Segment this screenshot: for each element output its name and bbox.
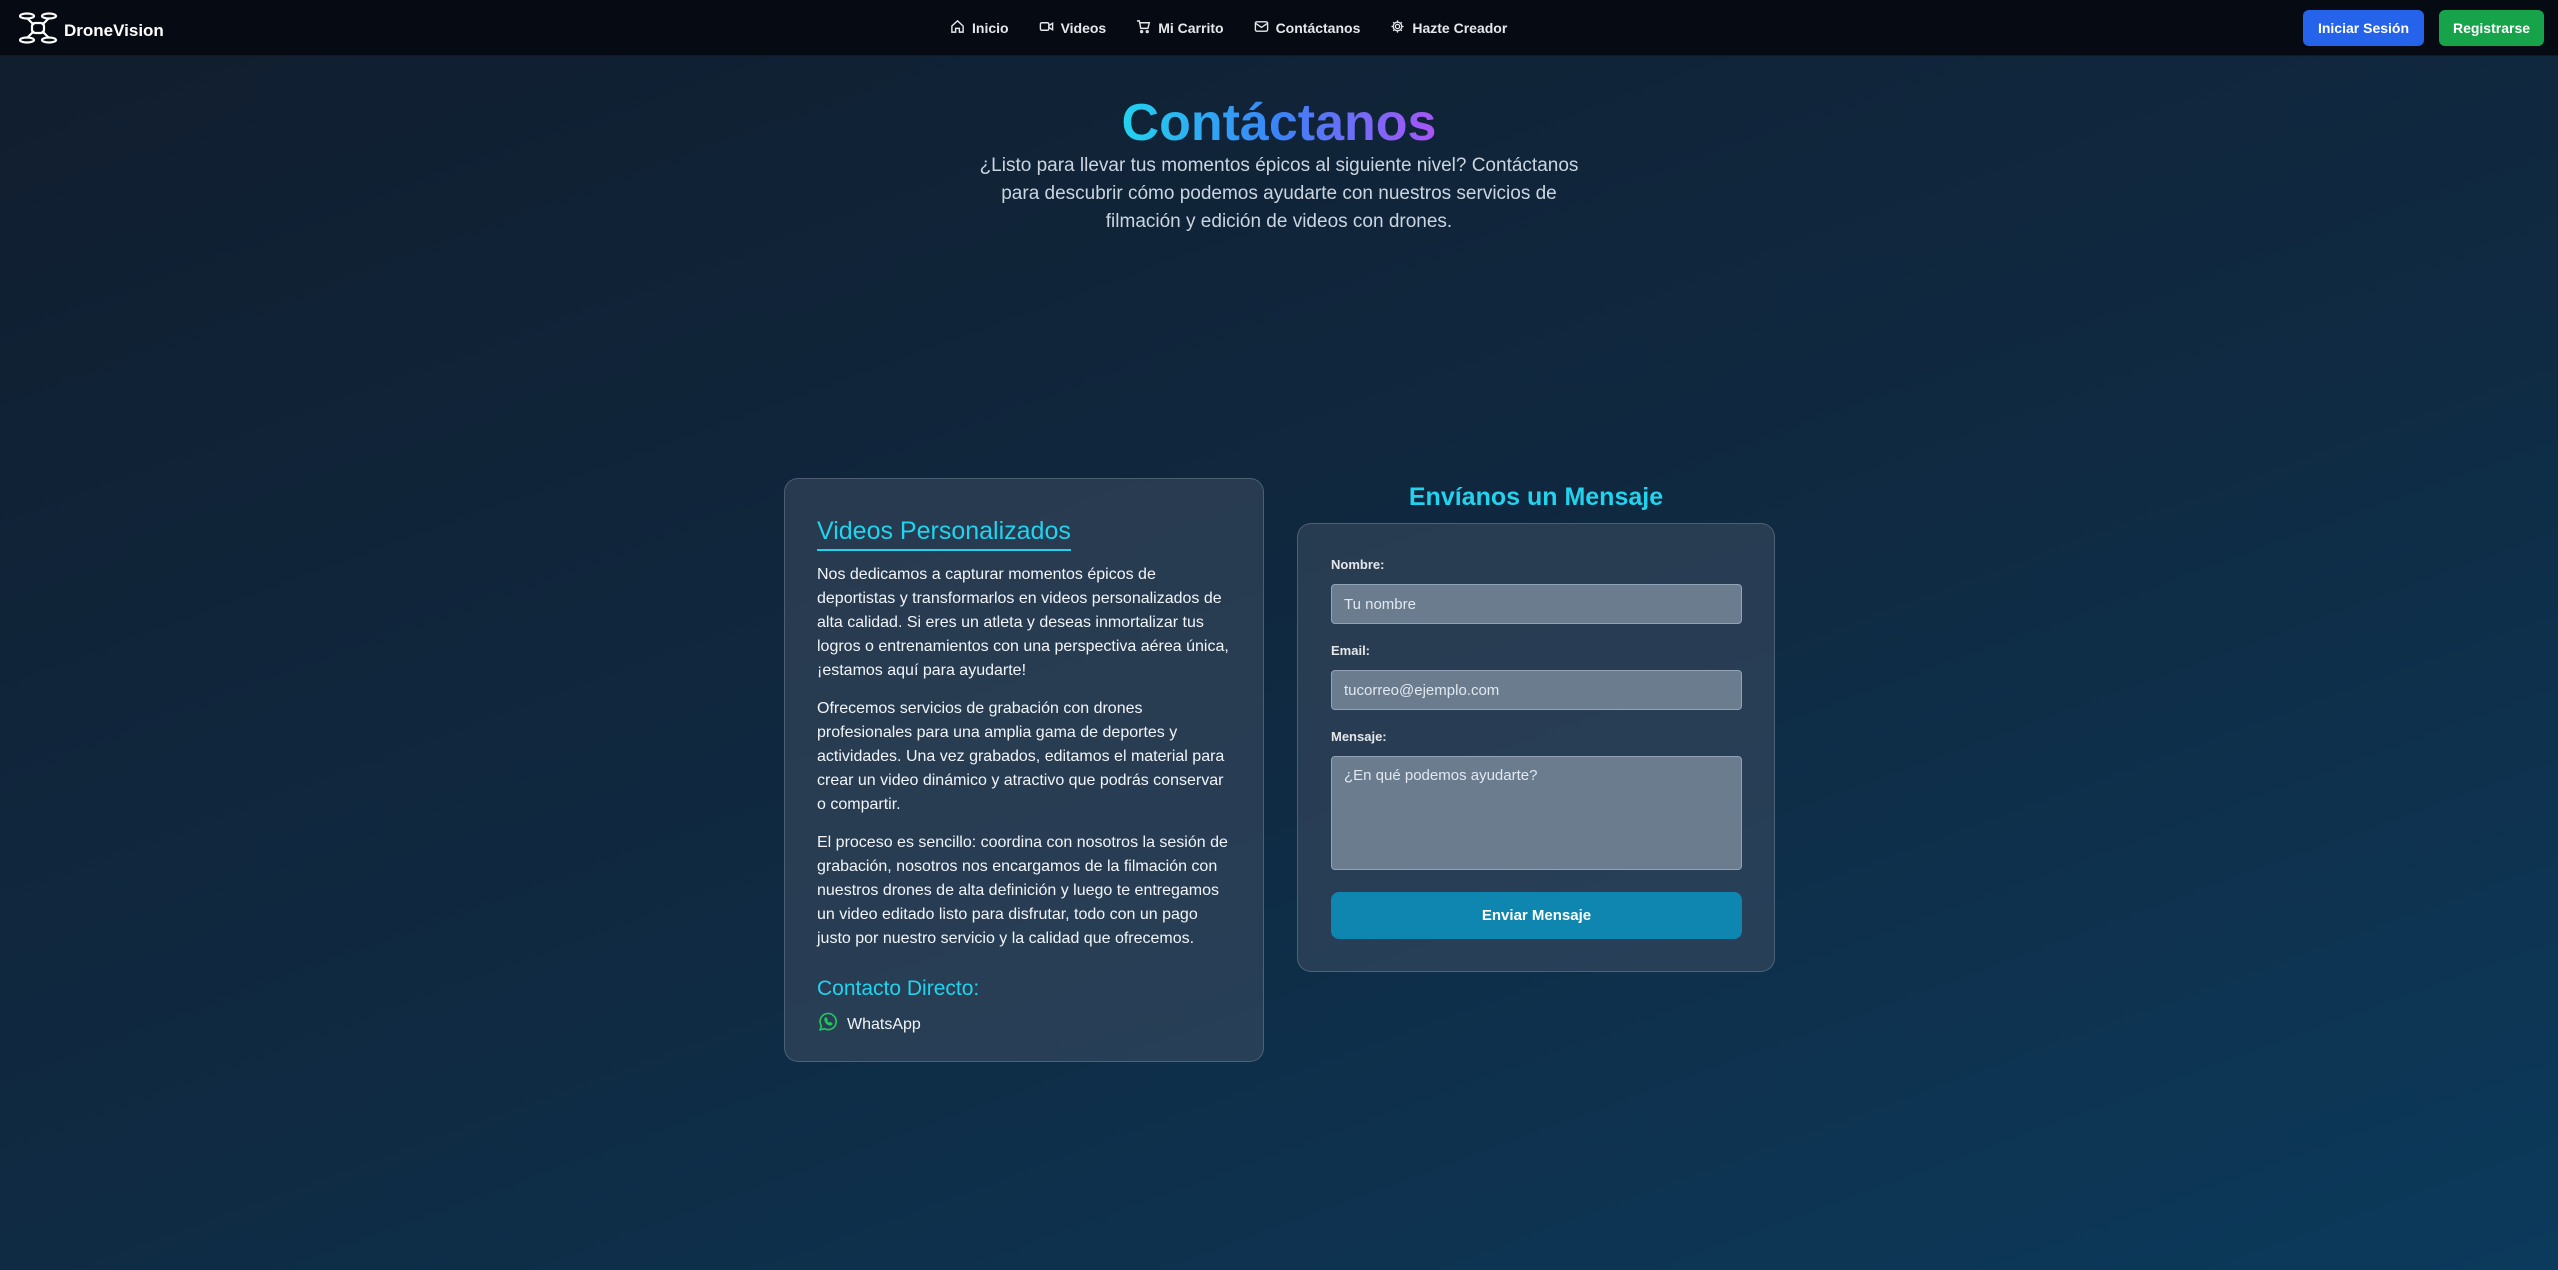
page-title-text: Contáctanos [1121, 94, 1437, 152]
cart-icon [1136, 19, 1151, 37]
info-paragraph: El proceso es sencillo: coordina con nos… [817, 834, 1228, 947]
nav-link-mi-carrito[interactable]: Mi Carrito [1136, 19, 1224, 37]
send-message-button[interactable]: Enviar Mensaje [1331, 892, 1742, 939]
whatsapp-icon [817, 1011, 839, 1038]
nav-link-label: Hazte Creador [1412, 20, 1508, 36]
nav-link-label: Contáctanos [1275, 20, 1361, 36]
info-paragraph: Ofrecemos servicios de grabación con dro… [817, 700, 1225, 813]
register-button[interactable]: Registrarse [2439, 10, 2544, 46]
nav-link-hazte-creador[interactable]: Hazte Creador [1390, 19, 1507, 37]
whatsapp-link[interactable]: WhatsApp [817, 1011, 921, 1038]
info-card-title: Videos Personalizados [817, 515, 1071, 551]
email-label: Email: [1331, 643, 1371, 658]
name-label: Nombre: [1331, 557, 1385, 572]
video-icon [1039, 19, 1054, 37]
page-subtitle: ¿Listo para llevar tus momentos épicos a… [979, 155, 1579, 232]
home-icon [950, 19, 965, 37]
message-label: Mensaje: [1331, 729, 1387, 744]
contact-heading: Contacto Directo: [817, 977, 980, 1000]
gear-icon [1390, 19, 1405, 37]
page-title: Contáctanos [0, 90, 2558, 156]
info-card: Videos Personalizados Nos dedicamos a ca… [784, 478, 1264, 1062]
nav-link-contactanos[interactable]: Contáctanos [1254, 19, 1361, 37]
name-input[interactable] [1331, 584, 1742, 624]
nav-links: Inicio Videos Mi Carrito Contáctanos Haz… [950, 0, 1507, 56]
mail-icon [1254, 19, 1269, 37]
contact-form: Nombre: Email: Mensaje: Enviar Mensaje [1297, 523, 1775, 972]
nav-link-label: Inicio [972, 20, 1009, 36]
nav-link-label: Videos [1060, 20, 1107, 36]
login-button[interactable]: Iniciar Sesión [2303, 10, 2424, 46]
info-paragraph: Nos dedicamos a capturar momentos épicos… [817, 566, 1229, 679]
email-input[interactable] [1331, 670, 1742, 710]
nav-link-label: Mi Carrito [1158, 20, 1224, 36]
brand-logo[interactable]: DroneVision [18, 10, 164, 51]
nav-link-videos[interactable]: Videos [1039, 19, 1107, 37]
drone-icon [18, 10, 58, 51]
nav-link-inicio[interactable]: Inicio [950, 19, 1009, 37]
top-navbar: DroneVision Inicio Videos Mi Carrito Con… [0, 0, 2558, 56]
brand-name: DroneVision [64, 20, 164, 40]
whatsapp-label: WhatsApp [847, 1015, 921, 1033]
form-title: Envíanos un Mensaje [1408, 483, 1664, 511]
message-textarea[interactable] [1331, 756, 1742, 870]
